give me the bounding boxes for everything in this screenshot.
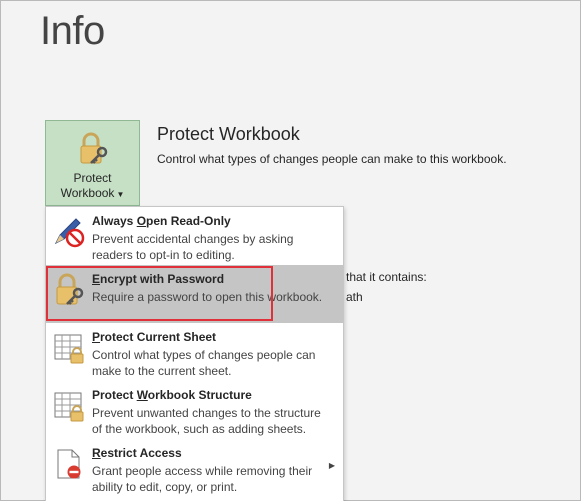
background-text: that it contains: xyxy=(346,270,427,284)
lock-key-icon xyxy=(56,273,84,305)
menu-item-protect-current-sheet[interactable]: Protect Current Sheet Control what types… xyxy=(46,323,343,381)
menu-item-title: Protect Workbook Structure xyxy=(92,388,252,402)
menu-item-title: Restrict Access xyxy=(92,446,182,460)
background-text: ath xyxy=(346,290,363,304)
page-title: Info xyxy=(40,9,105,53)
menu-item-title: Protect Current Sheet xyxy=(92,330,217,344)
menu-item-protect-workbook-structure[interactable]: Protect Workbook Structure Prevent unwan… xyxy=(46,381,343,439)
menu-item-description: Prevent unwanted changes to the structur… xyxy=(92,406,321,436)
menu-item-restrict-access[interactable]: Restrict Access Grant people access whil… xyxy=(46,439,343,497)
section-title: Protect Workbook xyxy=(157,124,300,144)
menu-item-description: Prevent accidental changes by asking read… xyxy=(92,232,294,262)
protect-button-label: Protect Workbook ▼ xyxy=(60,171,125,200)
document-restrict-icon xyxy=(57,449,81,479)
chevron-down-icon: ▼ xyxy=(116,190,125,199)
section-description: Control what types of changes people can… xyxy=(157,152,507,166)
menu-item-title: Encrypt with Password xyxy=(92,272,225,286)
chevron-right-icon[interactable]: ▶ xyxy=(329,461,335,470)
menu-item-description: Control what types of changes people can… xyxy=(92,348,316,378)
menu-item-description: Grant people access while removing their… xyxy=(92,464,313,494)
pencil-no-icon xyxy=(54,218,85,248)
menu-item-description: Require a password to open this workbook… xyxy=(92,290,323,304)
menu-item-encrypt-with-password[interactable]: Encrypt with Password Require a password… xyxy=(46,265,343,323)
sheet-lock-icon xyxy=(54,334,84,364)
lock-key-icon xyxy=(80,132,107,164)
protect-workbook-button[interactable]: Protect Workbook ▼ xyxy=(45,120,140,206)
menu-item-title: Always Open Read-Only xyxy=(92,214,231,228)
workbook-structure-lock-icon xyxy=(54,392,84,422)
protect-workbook-menu: Always Open Read-Only Prevent accidental… xyxy=(45,206,344,501)
menu-item-always-open-read-only[interactable]: Always Open Read-Only Prevent accidental… xyxy=(46,207,343,265)
